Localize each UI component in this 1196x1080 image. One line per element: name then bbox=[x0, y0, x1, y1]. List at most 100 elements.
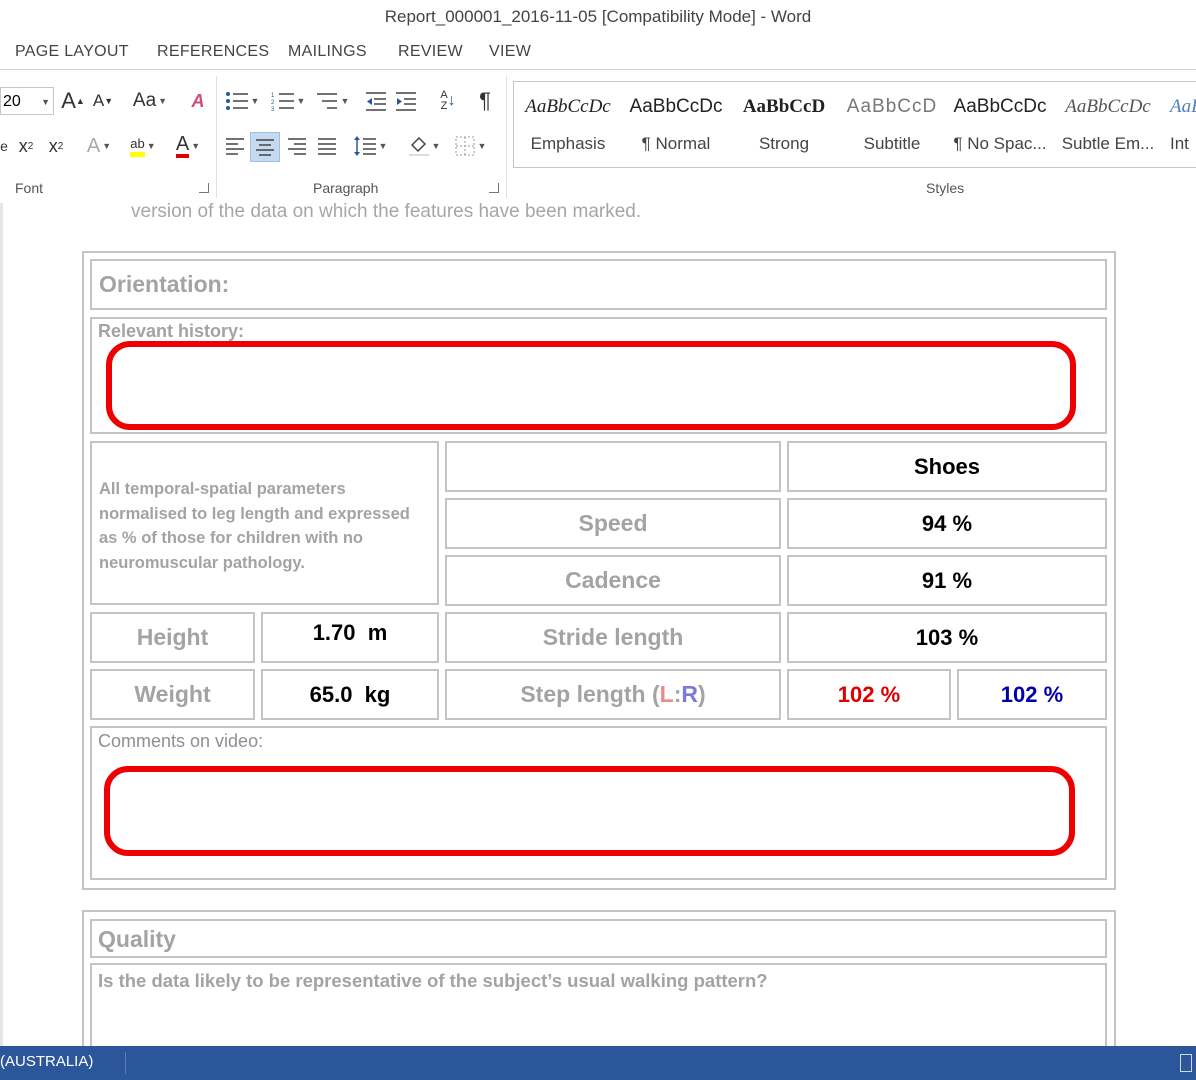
cadence-value-cell[interactable]: 91 % bbox=[787, 555, 1107, 606]
styles-gallery: AaBbCcDc Emphasis AaBbCcDc ¶ Normal AaBb… bbox=[513, 81, 1196, 168]
shoes-header-cell: Shoes bbox=[787, 441, 1107, 492]
chevron-down-icon: ▼ bbox=[146, 141, 156, 151]
superscript-button[interactable]: x2 bbox=[44, 132, 68, 160]
align-center-button[interactable] bbox=[250, 132, 280, 162]
highlight-color-button[interactable]: ab ▼ bbox=[122, 132, 164, 160]
shading-button[interactable]: ▼ bbox=[404, 132, 444, 160]
normalisation-note: All temporal-spatial parameters normalis… bbox=[99, 480, 410, 572]
font-group-label: Font bbox=[15, 180, 44, 196]
stride-value-cell[interactable]: 103 % bbox=[787, 612, 1107, 663]
step-length-right-value: 102 % bbox=[1000, 681, 1064, 707]
step-length-left-value: 102 % bbox=[837, 681, 901, 707]
style-strong[interactable]: AaBbCcD Strong bbox=[730, 82, 838, 167]
header-blank-cell bbox=[445, 441, 781, 492]
text-effects-button[interactable]: A ▼ bbox=[80, 132, 118, 160]
view-mode-icon[interactable] bbox=[1180, 1054, 1192, 1072]
style-subtitle[interactable]: AaBbCcD Subtitle bbox=[838, 82, 946, 167]
stride-length-label: Stride length bbox=[542, 624, 684, 650]
font-color-button[interactable]: A ▼ bbox=[168, 132, 208, 160]
chevron-down-icon: ▼ bbox=[41, 97, 50, 107]
cadence-label-cell: Cadence bbox=[445, 555, 781, 606]
sort-az-icon: AZ bbox=[440, 89, 448, 112]
relevant-history-label: Relevant history: bbox=[98, 321, 245, 341]
left-marker: L bbox=[659, 681, 674, 707]
chevron-down-icon: ▼ bbox=[340, 96, 350, 106]
chevron-down-icon: ▼ bbox=[477, 141, 487, 151]
style-intense-emphasis[interactable]: AaB Int bbox=[1162, 82, 1196, 167]
borders-button[interactable]: ▼ bbox=[450, 132, 490, 160]
change-case-button[interactable]: Aa ▼ bbox=[130, 87, 170, 115]
speed-label-cell: Speed bbox=[445, 498, 781, 549]
style-normal[interactable]: AaBbCcDc ¶ Normal bbox=[622, 82, 730, 167]
svg-text:1: 1 bbox=[271, 93, 275, 99]
numbered-list-icon: 123 bbox=[271, 93, 294, 111]
highlighter-icon: ab bbox=[130, 136, 145, 157]
show-formatting-button[interactable]: ¶ bbox=[472, 87, 498, 115]
weight-value-cell[interactable]: 65.0 kg bbox=[261, 669, 439, 720]
quality-label: Quality bbox=[98, 926, 176, 952]
height-value: 1.70 m bbox=[312, 620, 388, 645]
increase-indent-button[interactable] bbox=[392, 87, 420, 115]
decrease-indent-button[interactable] bbox=[362, 87, 390, 115]
window-title: Report_000001_2016-11-05 [Compatibility … bbox=[0, 0, 1196, 34]
line-spacing-icon bbox=[353, 136, 376, 156]
subscript-button[interactable]: x2 bbox=[14, 132, 38, 160]
speed-value-cell[interactable]: 94 % bbox=[787, 498, 1107, 549]
document-area[interactable]: version of the data on which the feature… bbox=[0, 203, 1196, 1046]
pilcrow-icon: ¶ bbox=[479, 88, 491, 113]
justify-button[interactable] bbox=[314, 132, 340, 160]
quality-question-cell[interactable]: Is the data likely to be representative … bbox=[90, 963, 1107, 1046]
paragraph-group-label: Paragraph bbox=[313, 180, 379, 196]
relevant-history-highlight bbox=[106, 341, 1076, 430]
orientation-cell[interactable]: Orientation: bbox=[90, 259, 1107, 310]
height-label: Height bbox=[136, 624, 209, 650]
strikethrough-button[interactable]: e bbox=[0, 132, 8, 160]
group-divider bbox=[216, 76, 217, 198]
align-left-button[interactable] bbox=[222, 132, 248, 160]
multilevel-list-button[interactable]: ▼ bbox=[312, 87, 352, 115]
line-spacing-button[interactable]: ▼ bbox=[350, 132, 390, 160]
grow-font-button[interactable]: A ▲ bbox=[61, 87, 85, 115]
align-right-button[interactable] bbox=[284, 132, 310, 160]
tab-mailings[interactable]: MAILINGS bbox=[288, 36, 367, 68]
speed-value: 94 % bbox=[921, 510, 973, 536]
note-cell: All temporal-spatial parameters normalis… bbox=[90, 441, 439, 605]
step-right-value-cell[interactable]: 102 % bbox=[957, 669, 1107, 720]
language-indicator[interactable]: (AUSTRALIA) bbox=[0, 1046, 93, 1078]
chevron-down-icon: ▼ bbox=[191, 141, 201, 151]
align-left-icon bbox=[226, 138, 244, 155]
tab-view[interactable]: VIEW bbox=[489, 36, 531, 68]
multilevel-list-icon bbox=[316, 93, 337, 109]
eraser-icon: A bbox=[191, 90, 205, 111]
quality-header-cell: Quality bbox=[90, 919, 1107, 958]
styles-group-label: Styles bbox=[926, 180, 965, 196]
bullets-button[interactable]: ▼ bbox=[222, 87, 262, 115]
stride-label-cell: Stride length bbox=[445, 612, 781, 663]
tab-page-layout[interactable]: PAGE LAYOUT bbox=[15, 36, 129, 68]
weight-value: 65.0 kg bbox=[309, 681, 391, 707]
intro-text: version of the data on which the feature… bbox=[131, 203, 642, 222]
step-left-value-cell[interactable]: 102 % bbox=[787, 669, 951, 720]
style-no-spacing[interactable]: AaBbCcDc ¶ No Spac... bbox=[946, 82, 1054, 167]
cadence-value: 91 % bbox=[921, 567, 973, 593]
weight-label: Weight bbox=[134, 681, 211, 707]
chevron-down-icon: ▼ bbox=[102, 141, 112, 151]
shrink-font-button[interactable]: A ▼ bbox=[92, 87, 114, 115]
numbering-button[interactable]: 1 2 3 ▼ bbox=[268, 87, 308, 115]
tab-references[interactable]: REFERENCES bbox=[157, 36, 269, 68]
style-subtle-emphasis[interactable]: AaBbCcDc Subtle Em... bbox=[1054, 82, 1162, 167]
sort-button[interactable]: A Z ↓ bbox=[434, 87, 462, 115]
font-size-box[interactable]: 20 ▼ bbox=[0, 87, 54, 115]
justify-icon bbox=[318, 138, 336, 155]
tab-review[interactable]: REVIEW bbox=[398, 36, 463, 68]
clear-formatting-button[interactable]: A bbox=[186, 87, 210, 115]
font-dialog-launcher-icon[interactable] bbox=[199, 183, 209, 193]
chevron-down-icon: ▼ bbox=[431, 141, 441, 151]
align-right-icon bbox=[288, 138, 306, 155]
strikethrough-icon: e bbox=[0, 138, 8, 154]
height-value-cell[interactable]: 1.70 m bbox=[261, 612, 439, 663]
paint-bucket-icon bbox=[408, 136, 429, 157]
style-emphasis[interactable]: AaBbCcDc Emphasis bbox=[514, 82, 622, 167]
paragraph-dialog-launcher-icon[interactable] bbox=[489, 183, 499, 193]
svg-text:2: 2 bbox=[271, 100, 275, 106]
